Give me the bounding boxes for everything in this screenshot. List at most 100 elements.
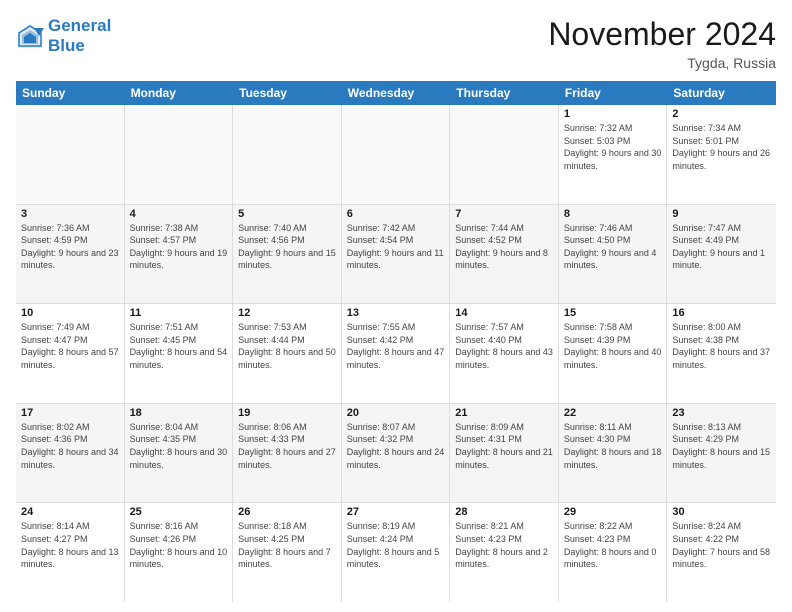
day-number: 20: [347, 407, 445, 419]
day-cell-30: 30Sunrise: 8:24 AM Sunset: 4:22 PM Dayli…: [667, 503, 776, 602]
page: General Blue November 2024 Tygda, Russia…: [0, 0, 792, 612]
day-cell-27: 27Sunrise: 8:19 AM Sunset: 4:24 PM Dayli…: [342, 503, 451, 602]
day-cell-11: 11 Sunrise: 7:51 AM Sunset: 4:45 PM Dayli…: [125, 304, 234, 403]
calendar-row-5: 24Sunrise: 8:14 AM Sunset: 4:27 PM Dayli…: [16, 503, 776, 602]
day-info: Sunrise: 8:02 AM Sunset: 4:36 PM Dayligh…: [21, 421, 119, 471]
day-number: 18: [130, 407, 228, 419]
day-number: 12: [238, 307, 336, 319]
day-cell-25: 25 Sunrise: 8:16 AM Sunset: 4:26 PM Dayli…: [125, 503, 234, 602]
empty-cell: [450, 105, 559, 204]
day-info: Sunrise: 7:46 AM Sunset: 4:50 PM Dayligh…: [564, 222, 662, 272]
day-cell-14: 14 Sunrise: 7:57 AM Sunset: 4:40 PM Dayli…: [450, 304, 559, 403]
calendar-row-1: 1 Sunrise: 7:32 AM Sunset: 5:03 PM Daylig…: [16, 105, 776, 205]
logo-text-block: General Blue: [48, 16, 111, 55]
day-cell-23: 23Sunrise: 8:13 AM Sunset: 4:29 PM Dayli…: [667, 404, 776, 503]
day-cell-19: 19Sunrise: 8:06 AM Sunset: 4:33 PM Dayli…: [233, 404, 342, 503]
logo-general: General: [48, 16, 111, 35]
calendar-row-4: 17Sunrise: 8:02 AM Sunset: 4:36 PM Dayli…: [16, 404, 776, 504]
day-cell-21: 21 Sunrise: 8:09 AM Sunset: 4:31 PM Dayli…: [450, 404, 559, 503]
day-number: 7: [455, 208, 553, 220]
day-info: Sunrise: 8:21 AM Sunset: 4:23 PM Dayligh…: [455, 520, 553, 570]
day-number: 28: [455, 506, 553, 518]
header-day-friday: Friday: [559, 81, 668, 105]
day-number: 1: [564, 108, 662, 120]
calendar-header: SundayMondayTuesdayWednesdayThursdayFrid…: [16, 81, 776, 105]
empty-cell: [125, 105, 234, 204]
logo: General Blue: [16, 16, 111, 55]
day-info: Sunrise: 8:16 AM Sunset: 4:26 PM Dayligh…: [130, 520, 228, 570]
day-info: Sunrise: 8:14 AM Sunset: 4:27 PM Dayligh…: [21, 520, 119, 570]
day-number: 14: [455, 307, 553, 319]
day-info: Sunrise: 7:38 AM Sunset: 4:57 PM Dayligh…: [130, 222, 228, 272]
day-cell-5: 5 Sunrise: 7:40 AM Sunset: 4:56 PM Daylig…: [233, 205, 342, 304]
calendar-body: 1 Sunrise: 7:32 AM Sunset: 5:03 PM Daylig…: [16, 105, 776, 602]
day-number: 15: [564, 307, 662, 319]
day-cell-2: 2 Sunrise: 7:34 AM Sunset: 5:01 PM Daylig…: [667, 105, 776, 204]
day-info: Sunrise: 8:00 AM Sunset: 4:38 PM Dayligh…: [672, 321, 771, 371]
day-info: Sunrise: 7:34 AM Sunset: 5:01 PM Dayligh…: [672, 122, 771, 172]
header-day-saturday: Saturday: [667, 81, 776, 105]
day-info: Sunrise: 7:44 AM Sunset: 4:52 PM Dayligh…: [455, 222, 553, 272]
day-info: Sunrise: 7:58 AM Sunset: 4:39 PM Dayligh…: [564, 321, 662, 371]
day-info: Sunrise: 7:57 AM Sunset: 4:40 PM Dayligh…: [455, 321, 553, 371]
day-number: 23: [672, 407, 771, 419]
logo-blue: Blue: [48, 36, 111, 56]
day-number: 6: [347, 208, 445, 220]
title-block: November 2024 Tygda, Russia: [548, 16, 776, 71]
day-cell-12: 12 Sunrise: 7:53 AM Sunset: 4:44 PM Dayli…: [233, 304, 342, 403]
day-cell-28: 28 Sunrise: 8:21 AM Sunset: 4:23 PM Dayli…: [450, 503, 559, 602]
day-cell-16: 16Sunrise: 8:00 AM Sunset: 4:38 PM Dayli…: [667, 304, 776, 403]
day-cell-1: 1 Sunrise: 7:32 AM Sunset: 5:03 PM Daylig…: [559, 105, 668, 204]
calendar-row-2: 3Sunrise: 7:36 AM Sunset: 4:59 PM Daylig…: [16, 205, 776, 305]
day-number: 13: [347, 307, 445, 319]
day-info: Sunrise: 8:22 AM Sunset: 4:23 PM Dayligh…: [564, 520, 662, 570]
day-number: 9: [672, 208, 771, 220]
day-cell-29: 29 Sunrise: 8:22 AM Sunset: 4:23 PM Dayli…: [559, 503, 668, 602]
day-number: 22: [564, 407, 662, 419]
day-info: Sunrise: 8:06 AM Sunset: 4:33 PM Dayligh…: [238, 421, 336, 471]
day-info: Sunrise: 8:18 AM Sunset: 4:25 PM Dayligh…: [238, 520, 336, 570]
day-info: Sunrise: 7:32 AM Sunset: 5:03 PM Dayligh…: [564, 122, 662, 172]
day-number: 10: [21, 307, 119, 319]
day-info: Sunrise: 7:49 AM Sunset: 4:47 PM Dayligh…: [21, 321, 119, 371]
day-info: Sunrise: 7:47 AM Sunset: 4:49 PM Dayligh…: [672, 222, 771, 272]
header-day-monday: Monday: [125, 81, 234, 105]
day-info: Sunrise: 8:09 AM Sunset: 4:31 PM Dayligh…: [455, 421, 553, 471]
day-cell-18: 18 Sunrise: 8:04 AM Sunset: 4:35 PM Dayli…: [125, 404, 234, 503]
day-info: Sunrise: 8:04 AM Sunset: 4:35 PM Dayligh…: [130, 421, 228, 471]
day-info: Sunrise: 8:07 AM Sunset: 4:32 PM Dayligh…: [347, 421, 445, 471]
location: Tygda, Russia: [548, 55, 776, 71]
day-number: 8: [564, 208, 662, 220]
day-cell-22: 22 Sunrise: 8:11 AM Sunset: 4:30 PM Dayli…: [559, 404, 668, 503]
day-cell-26: 26 Sunrise: 8:18 AM Sunset: 4:25 PM Dayli…: [233, 503, 342, 602]
day-cell-3: 3Sunrise: 7:36 AM Sunset: 4:59 PM Daylig…: [16, 205, 125, 304]
day-cell-10: 10 Sunrise: 7:49 AM Sunset: 4:47 PM Dayli…: [16, 304, 125, 403]
header-day-wednesday: Wednesday: [342, 81, 451, 105]
day-cell-6: 6 Sunrise: 7:42 AM Sunset: 4:54 PM Daylig…: [342, 205, 451, 304]
day-cell-7: 7 Sunrise: 7:44 AM Sunset: 4:52 PM Daylig…: [450, 205, 559, 304]
day-number: 26: [238, 506, 336, 518]
logo-icon: [16, 22, 44, 50]
day-cell-15: 15 Sunrise: 7:58 AM Sunset: 4:39 PM Dayli…: [559, 304, 668, 403]
day-number: 25: [130, 506, 228, 518]
empty-cell: [342, 105, 451, 204]
day-info: Sunrise: 7:53 AM Sunset: 4:44 PM Dayligh…: [238, 321, 336, 371]
day-number: 5: [238, 208, 336, 220]
header: General Blue November 2024 Tygda, Russia: [16, 16, 776, 71]
day-cell-8: 8 Sunrise: 7:46 AM Sunset: 4:50 PM Daylig…: [559, 205, 668, 304]
day-number: 2: [672, 108, 771, 120]
day-number: 29: [564, 506, 662, 518]
header-day-thursday: Thursday: [450, 81, 559, 105]
day-info: Sunrise: 7:42 AM Sunset: 4:54 PM Dayligh…: [347, 222, 445, 272]
empty-cell: [16, 105, 125, 204]
day-number: 21: [455, 407, 553, 419]
day-cell-24: 24Sunrise: 8:14 AM Sunset: 4:27 PM Dayli…: [16, 503, 125, 602]
header-day-sunday: Sunday: [16, 81, 125, 105]
day-info: Sunrise: 7:40 AM Sunset: 4:56 PM Dayligh…: [238, 222, 336, 272]
day-info: Sunrise: 8:11 AM Sunset: 4:30 PM Dayligh…: [564, 421, 662, 471]
day-info: Sunrise: 8:19 AM Sunset: 4:24 PM Dayligh…: [347, 520, 445, 570]
day-number: 11: [130, 307, 228, 319]
day-cell-4: 4Sunrise: 7:38 AM Sunset: 4:57 PM Daylig…: [125, 205, 234, 304]
day-info: Sunrise: 7:51 AM Sunset: 4:45 PM Dayligh…: [130, 321, 228, 371]
calendar-row-3: 10 Sunrise: 7:49 AM Sunset: 4:47 PM Dayli…: [16, 304, 776, 404]
